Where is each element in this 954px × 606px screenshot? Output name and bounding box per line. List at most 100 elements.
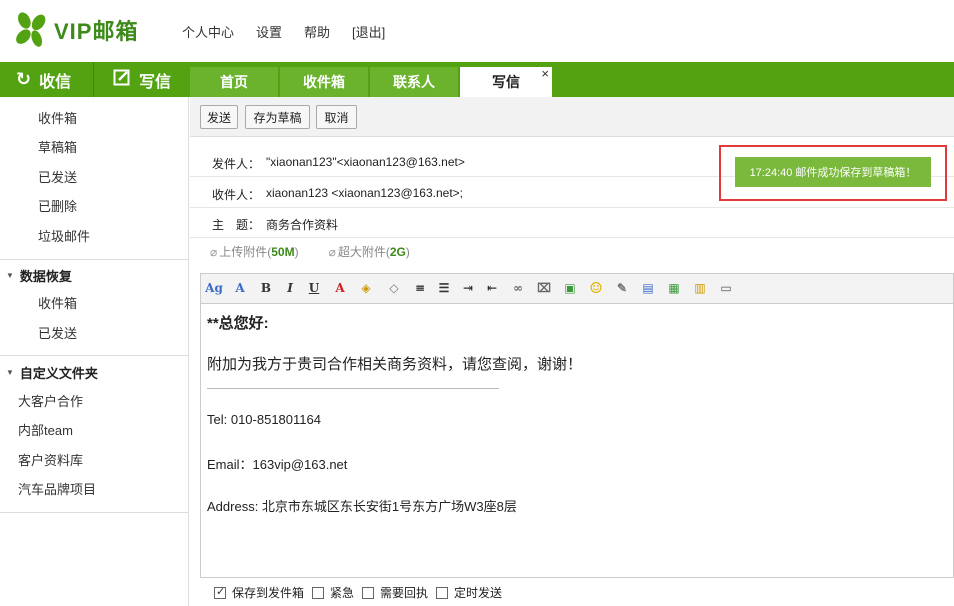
from-label: 发件人： <box>212 157 261 171</box>
font-family-icon[interactable]: Ag <box>205 279 223 297</box>
refresh-icon: ↻ <box>16 69 32 89</box>
sidebar-item-drafts[interactable]: 草稿箱 <box>38 137 77 156</box>
signature-divider <box>207 388 499 389</box>
indent-icon[interactable]: ⇥ <box>459 279 477 297</box>
bold-icon[interactable]: B <box>257 279 275 297</box>
compose-button[interactable]: 写信 <box>95 62 190 97</box>
option-label: 保存到发件箱 <box>232 586 305 600</box>
option-scheduled-send[interactable]: 定时发送 <box>436 584 502 601</box>
tab-compose-label: 写信 <box>492 74 520 90</box>
sidebar-item-deleted[interactable]: 已删除 <box>38 196 77 215</box>
from-field[interactable]: "xiaonan123"<xiaonan123@163.net> <box>266 155 465 169</box>
compose-toolbar: 发送 存为草稿 取消 <box>190 97 954 137</box>
sidebar-item-spam[interactable]: 垃圾邮件 <box>38 226 90 245</box>
screenshot-icon[interactable]: ▦ <box>665 279 683 297</box>
sidebar-item-custom-4[interactable]: 汽车品牌项目 <box>18 479 96 498</box>
section-title: 数据恢复 <box>19 269 72 284</box>
compose-panel: 发送 存为草稿 取消 发件人： "xiaonan123"<xiaonan123@… <box>190 97 954 606</box>
large-attachment-link[interactable]: ⌀ 超大附件(2G) <box>329 243 410 260</box>
link-logout[interactable]: [退出] <box>352 22 385 41</box>
option-label: 定时发送 <box>454 586 503 600</box>
section-custom-folders[interactable]: ▼ 自定义文件夹 <box>6 363 98 382</box>
close-icon[interactable]: × <box>541 66 549 81</box>
attachment-row: ⌀ 上传附件(50M) ⌀ 超大附件(2G) <box>210 243 410 260</box>
divider <box>0 355 189 356</box>
collapse-triangle-icon: ▼ <box>6 368 14 377</box>
logo-text: VIP邮箱 <box>54 19 139 44</box>
checkbox[interactable] <box>312 586 325 599</box>
checkbox[interactable] <box>214 585 226 599</box>
letter-paper-icon[interactable]: ▤ <box>639 279 657 297</box>
font-color-icon[interactable]: A <box>331 279 349 297</box>
tab-bar: 首页 收件箱 联系人 写信 × <box>190 66 554 97</box>
sidebar-item-sent[interactable]: 已发送 <box>38 167 77 186</box>
sidebar-item-inbox[interactable]: 收件箱 <box>38 108 77 127</box>
checkbox[interactable] <box>436 586 449 599</box>
upload-image-icon[interactable]: ▣ <box>561 279 579 297</box>
section-data-recovery[interactable]: ▼ 数据恢复 <box>6 266 72 285</box>
sidebar-item-custom-2[interactable]: 内部team <box>18 420 73 439</box>
option-read-receipt[interactable]: 需要回执 <box>362 584 428 601</box>
tab-inbox[interactable]: 收件箱 <box>280 67 368 97</box>
option-label: 需要回执 <box>380 586 429 600</box>
edit-icon <box>113 68 131 91</box>
section-title: 自定义文件夹 <box>19 366 98 381</box>
font-size-icon[interactable]: A <box>231 279 249 297</box>
link-icon[interactable]: ∞ <box>509 279 527 297</box>
tab-contacts[interactable]: 联系人 <box>370 67 458 97</box>
receive-button[interactable]: ↻ 收信 <box>0 62 94 97</box>
subject-field[interactable]: 商务合作资料 <box>266 216 338 233</box>
checkbox[interactable] <box>362 586 375 599</box>
signature-tel: Tel: 010-851801164 <box>207 412 321 427</box>
link-settings[interactable]: 设置 <box>256 22 282 41</box>
unlink-icon[interactable]: ⌧ <box>535 279 553 297</box>
business-card-icon[interactable]: ▭ <box>717 279 735 297</box>
notice-highlight: 17:24:40 邮件成功保存到草稿箱！ <box>719 145 947 201</box>
eraser-icon[interactable]: ◇ <box>385 279 403 297</box>
attach-label: 上传附件 <box>219 245 268 259</box>
link-help[interactable]: 帮助 <box>304 22 330 41</box>
sidebar-item-recovery-inbox[interactable]: 收件箱 <box>38 293 77 312</box>
rich-text-editor[interactable]: Ag A B I U A ◈ ◇ ≡ ☰ ⇥ ⇤ ∞ ⌧ ▣ ☺ ✎ ▤ ▦ ▥… <box>200 273 954 578</box>
save-success-notice: 17:24:40 邮件成功保存到草稿箱！ <box>735 157 931 187</box>
greeting-text: **总您好: <box>207 315 269 332</box>
to-label: 收件人： <box>212 188 261 202</box>
paperclip-icon: ⌀ <box>210 245 218 259</box>
paperclip-icon: ⌀ <box>328 245 336 259</box>
sidebar-item-custom-1[interactable]: 大客户合作 <box>18 391 83 410</box>
sidebar-item-recovery-sent[interactable]: 已发送 <box>38 323 77 342</box>
receive-label: 收信 <box>39 73 72 91</box>
big-attach-size: 2G <box>389 245 406 259</box>
template-icon[interactable]: ▥ <box>691 279 709 297</box>
option-save-to-sent[interactable]: 保存到发件箱 <box>214 584 304 601</box>
signature-email: Email：163vip@163.net <box>207 457 348 472</box>
cancel-button[interactable]: 取消 <box>316 105 357 129</box>
divider <box>0 259 189 260</box>
align-icon[interactable]: ≡ <box>411 279 429 297</box>
signature-icon[interactable]: ✎ <box>613 279 631 297</box>
collapse-triangle-icon: ▼ <box>6 271 14 280</box>
attach-size: 50M <box>271 245 295 259</box>
italic-icon[interactable]: I <box>281 279 299 297</box>
tab-compose[interactable]: 写信 × <box>460 66 552 97</box>
send-options: 保存到发件箱 紧急 需要回执 定时发送 <box>214 584 510 601</box>
to-field[interactable]: xiaonan123 <xiaonan123@163.net>; <box>266 186 463 200</box>
underline-icon[interactable]: U <box>305 279 323 297</box>
sidebar-item-custom-3[interactable]: 客户资料库 <box>18 450 83 469</box>
link-profile[interactable]: 个人中心 <box>182 22 234 41</box>
save-draft-button[interactable]: 存为草稿 <box>245 105 310 129</box>
highlight-color-icon[interactable]: ◈ <box>357 279 375 297</box>
outdent-icon[interactable]: ⇤ <box>483 279 501 297</box>
send-button[interactable]: 发送 <box>200 105 238 129</box>
option-urgent[interactable]: 紧急 <box>312 584 354 601</box>
clover-logo-icon <box>16 12 46 47</box>
upload-attachment-link[interactable]: ⌀ 上传附件(50M) <box>210 243 299 260</box>
option-label: 紧急 <box>330 586 355 600</box>
emoji-icon[interactable]: ☺ <box>587 279 605 297</box>
tab-home[interactable]: 首页 <box>190 67 278 97</box>
top-header: VIP邮箱 个人中心 设置 帮助 [退出] <box>0 0 954 62</box>
sidebar: 收件箱 草稿箱 已发送 已删除 垃圾邮件 ▼ 数据恢复 收件箱 已发送 ▼ 自定… <box>0 97 189 606</box>
list-icon[interactable]: ☰ <box>435 279 453 297</box>
logo[interactable]: VIP邮箱 <box>12 8 152 52</box>
signature-address: Address: 北京市东城区东长安街1号东方广场W3座8层 <box>207 499 517 514</box>
